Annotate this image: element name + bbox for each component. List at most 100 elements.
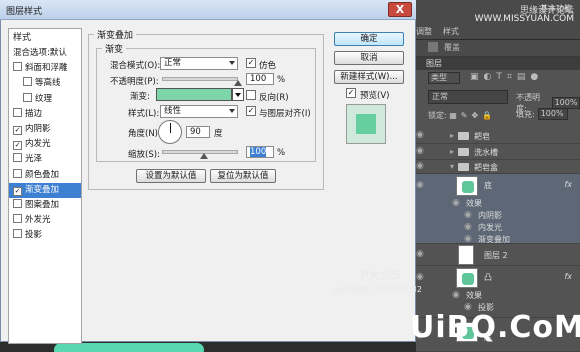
chevron-down-icon bbox=[229, 61, 235, 65]
fx-icon[interactable]: fx bbox=[564, 180, 572, 189]
style-checkbox[interactable] bbox=[13, 229, 22, 239]
preview-checkbox[interactable]: ✓ bbox=[346, 88, 356, 98]
style-list-item[interactable]: 图案叠加 bbox=[9, 198, 81, 213]
reset-default-button[interactable]: 复位为默认值 bbox=[210, 169, 276, 183]
effects-eye-icon[interactable]: ◉ bbox=[452, 198, 464, 210]
style-checkbox[interactable] bbox=[13, 62, 22, 72]
layer-name: 洗水槽 bbox=[474, 148, 498, 157]
style-label: 样式(L): bbox=[128, 109, 160, 119]
style-checkbox[interactable]: ✓ bbox=[13, 141, 22, 151]
style-checkbox[interactable] bbox=[13, 153, 22, 163]
visibility-eye-icon[interactable]: ◉ bbox=[416, 130, 428, 142]
dialog-titlebar[interactable]: 图层样式 bbox=[0, 0, 416, 20]
style-list-item[interactable]: 斜面和浮雕 bbox=[9, 61, 81, 76]
style-list-item[interactable]: 颜色叠加 bbox=[9, 168, 81, 183]
visibility-eye-icon[interactable]: ◉ bbox=[416, 161, 428, 173]
close-icon[interactable]: X bbox=[388, 2, 412, 17]
styles-list-header[interactable]: 样式 bbox=[9, 31, 81, 46]
style-list-item-label: 颜色叠加 bbox=[25, 169, 60, 180]
style-checkbox[interactable]: ✓ bbox=[13, 126, 22, 135]
style-list-item[interactable]: 等高线 bbox=[9, 76, 81, 91]
style-checkbox[interactable]: ✓ bbox=[13, 186, 22, 196]
layer-blend-mode-select[interactable]: 正常 bbox=[428, 90, 508, 104]
preview-label: 预览(V) bbox=[360, 91, 390, 101]
reverse-checkbox[interactable] bbox=[246, 90, 256, 100]
watermark-ps: P大点S bbox=[360, 268, 401, 282]
style-list-item-label: 内阴影 bbox=[25, 124, 51, 134]
style-list-item[interactable]: ✓ 内阴影 bbox=[9, 122, 81, 137]
style-checkbox[interactable] bbox=[23, 92, 32, 102]
effects-eye-icon[interactable]: ◉ bbox=[452, 290, 464, 302]
dither-checkbox[interactable]: ✓ bbox=[246, 58, 256, 68]
style-list-item-label: 图案叠加 bbox=[25, 200, 60, 210]
style-list-item[interactable]: 混合选项:默认 bbox=[9, 46, 81, 61]
angle-unit: 度 bbox=[214, 129, 223, 139]
workspace-label[interactable]: 基本功能 bbox=[540, 3, 572, 14]
cancel-button[interactable]: 取消 bbox=[334, 51, 404, 65]
folder-icon bbox=[458, 132, 469, 140]
layer-thumbnail bbox=[456, 176, 478, 196]
angle-input[interactable]: 90 bbox=[186, 126, 210, 138]
new-style-button[interactable]: 新建样式(W)... bbox=[334, 70, 404, 84]
style-select[interactable]: 线性 bbox=[160, 105, 238, 118]
effect-eye-icon[interactable]: ◉ bbox=[464, 210, 476, 222]
style-checkbox[interactable] bbox=[13, 168, 22, 178]
style-list-item[interactable]: 描边 bbox=[9, 107, 81, 122]
layer-row-selected[interactable]: ◉ 底 fx ◉ 效果 ◉ 内阴影 ◉ 内发光 ◉ 渐变叠加 bbox=[412, 174, 580, 244]
preview-swatch bbox=[356, 114, 376, 134]
opacity-slider-track[interactable] bbox=[162, 77, 238, 81]
style-list-item[interactable]: 光泽 bbox=[9, 152, 81, 167]
effect-inner-glow: 内发光 bbox=[478, 223, 502, 232]
dither-label: 仿色 bbox=[259, 61, 277, 71]
style-list-item-label: 内发光 bbox=[25, 139, 51, 150]
layer-row-folder[interactable]: ◉ ▸ 耙皂 bbox=[412, 128, 580, 144]
style-list-item[interactable]: 外发光 bbox=[9, 213, 81, 228]
folder-expand-icon[interactable]: ▸ bbox=[450, 147, 454, 156]
layer-row[interactable]: ◉ 图层 2 bbox=[412, 244, 580, 266]
style-list-item-label: 渐变叠加 bbox=[25, 184, 60, 195]
style-checkbox[interactable] bbox=[13, 214, 22, 224]
gradient-picker-button[interactable] bbox=[232, 88, 244, 101]
layer-fill-label: 填充: bbox=[516, 109, 535, 119]
blend-mode-select[interactable]: 正常 bbox=[160, 57, 238, 70]
folder-collapse-icon[interactable]: ▾ bbox=[450, 162, 454, 171]
scale-input[interactable]: 100 bbox=[246, 146, 274, 158]
align-checkbox[interactable]: ✓ bbox=[246, 106, 256, 116]
visibility-eye-icon[interactable]: ◉ bbox=[416, 272, 428, 284]
make-default-button[interactable]: 设置为默认值 bbox=[136, 169, 206, 183]
visibility-eye-icon[interactable]: ◉ bbox=[416, 180, 428, 192]
layer-filter-icons[interactable]: ▣◐T⌗▤● bbox=[470, 72, 543, 82]
layer-fill-input[interactable]: 100% bbox=[537, 108, 568, 120]
style-list-item[interactable]: 投影 bbox=[9, 228, 81, 243]
style-list-item[interactable]: ✓ 内发光 bbox=[9, 137, 81, 152]
style-swatch-icon[interactable] bbox=[428, 42, 438, 52]
gradient-swatch[interactable] bbox=[156, 88, 232, 101]
visibility-eye-icon[interactable]: ◉ bbox=[416, 249, 428, 261]
layers-tab[interactable]: 图层 bbox=[412, 58, 580, 70]
style-checkbox[interactable] bbox=[13, 107, 22, 117]
folder-expand-icon[interactable]: ▸ bbox=[450, 131, 454, 140]
style-checkbox[interactable] bbox=[13, 199, 22, 208]
style-list-item-label: 投影 bbox=[25, 230, 43, 241]
effect-eye-icon[interactable]: ◉ bbox=[464, 222, 476, 234]
tab-styles[interactable]: 样式 bbox=[439, 26, 463, 37]
ok-button[interactable]: 确定 bbox=[334, 32, 404, 46]
style-checkbox[interactable] bbox=[23, 77, 32, 87]
fx-icon[interactable]: fx bbox=[564, 272, 572, 281]
chevron-down-icon bbox=[235, 93, 241, 97]
align-label: 与图层对齐(I) bbox=[259, 109, 311, 119]
opacity-slider-thumb[interactable] bbox=[234, 80, 242, 86]
opacity-input[interactable]: 100 bbox=[246, 73, 274, 85]
layer-filter-select[interactable]: 类型 bbox=[428, 72, 460, 84]
layer-row-folder-open[interactable]: ◉ ▾ 耙皂盒 bbox=[412, 160, 580, 174]
layer-row-folder[interactable]: ◉ ▸ 洗水槽 bbox=[412, 144, 580, 160]
visibility-eye-icon[interactable]: ◉ bbox=[416, 146, 428, 158]
folder-open-icon bbox=[458, 163, 469, 171]
scale-slider-thumb[interactable] bbox=[199, 153, 208, 159]
styles-panel-strip: 覆盖 bbox=[412, 40, 580, 56]
lock-icons[interactable]: ▦✎✥🔒 bbox=[449, 111, 496, 120]
style-list-item[interactable]: ✓ 渐变叠加 bbox=[9, 182, 81, 198]
style-list-item[interactable]: 纹理 bbox=[9, 92, 81, 107]
blend-mode-value: 正常 bbox=[164, 58, 182, 68]
angle-dial[interactable] bbox=[158, 120, 182, 144]
